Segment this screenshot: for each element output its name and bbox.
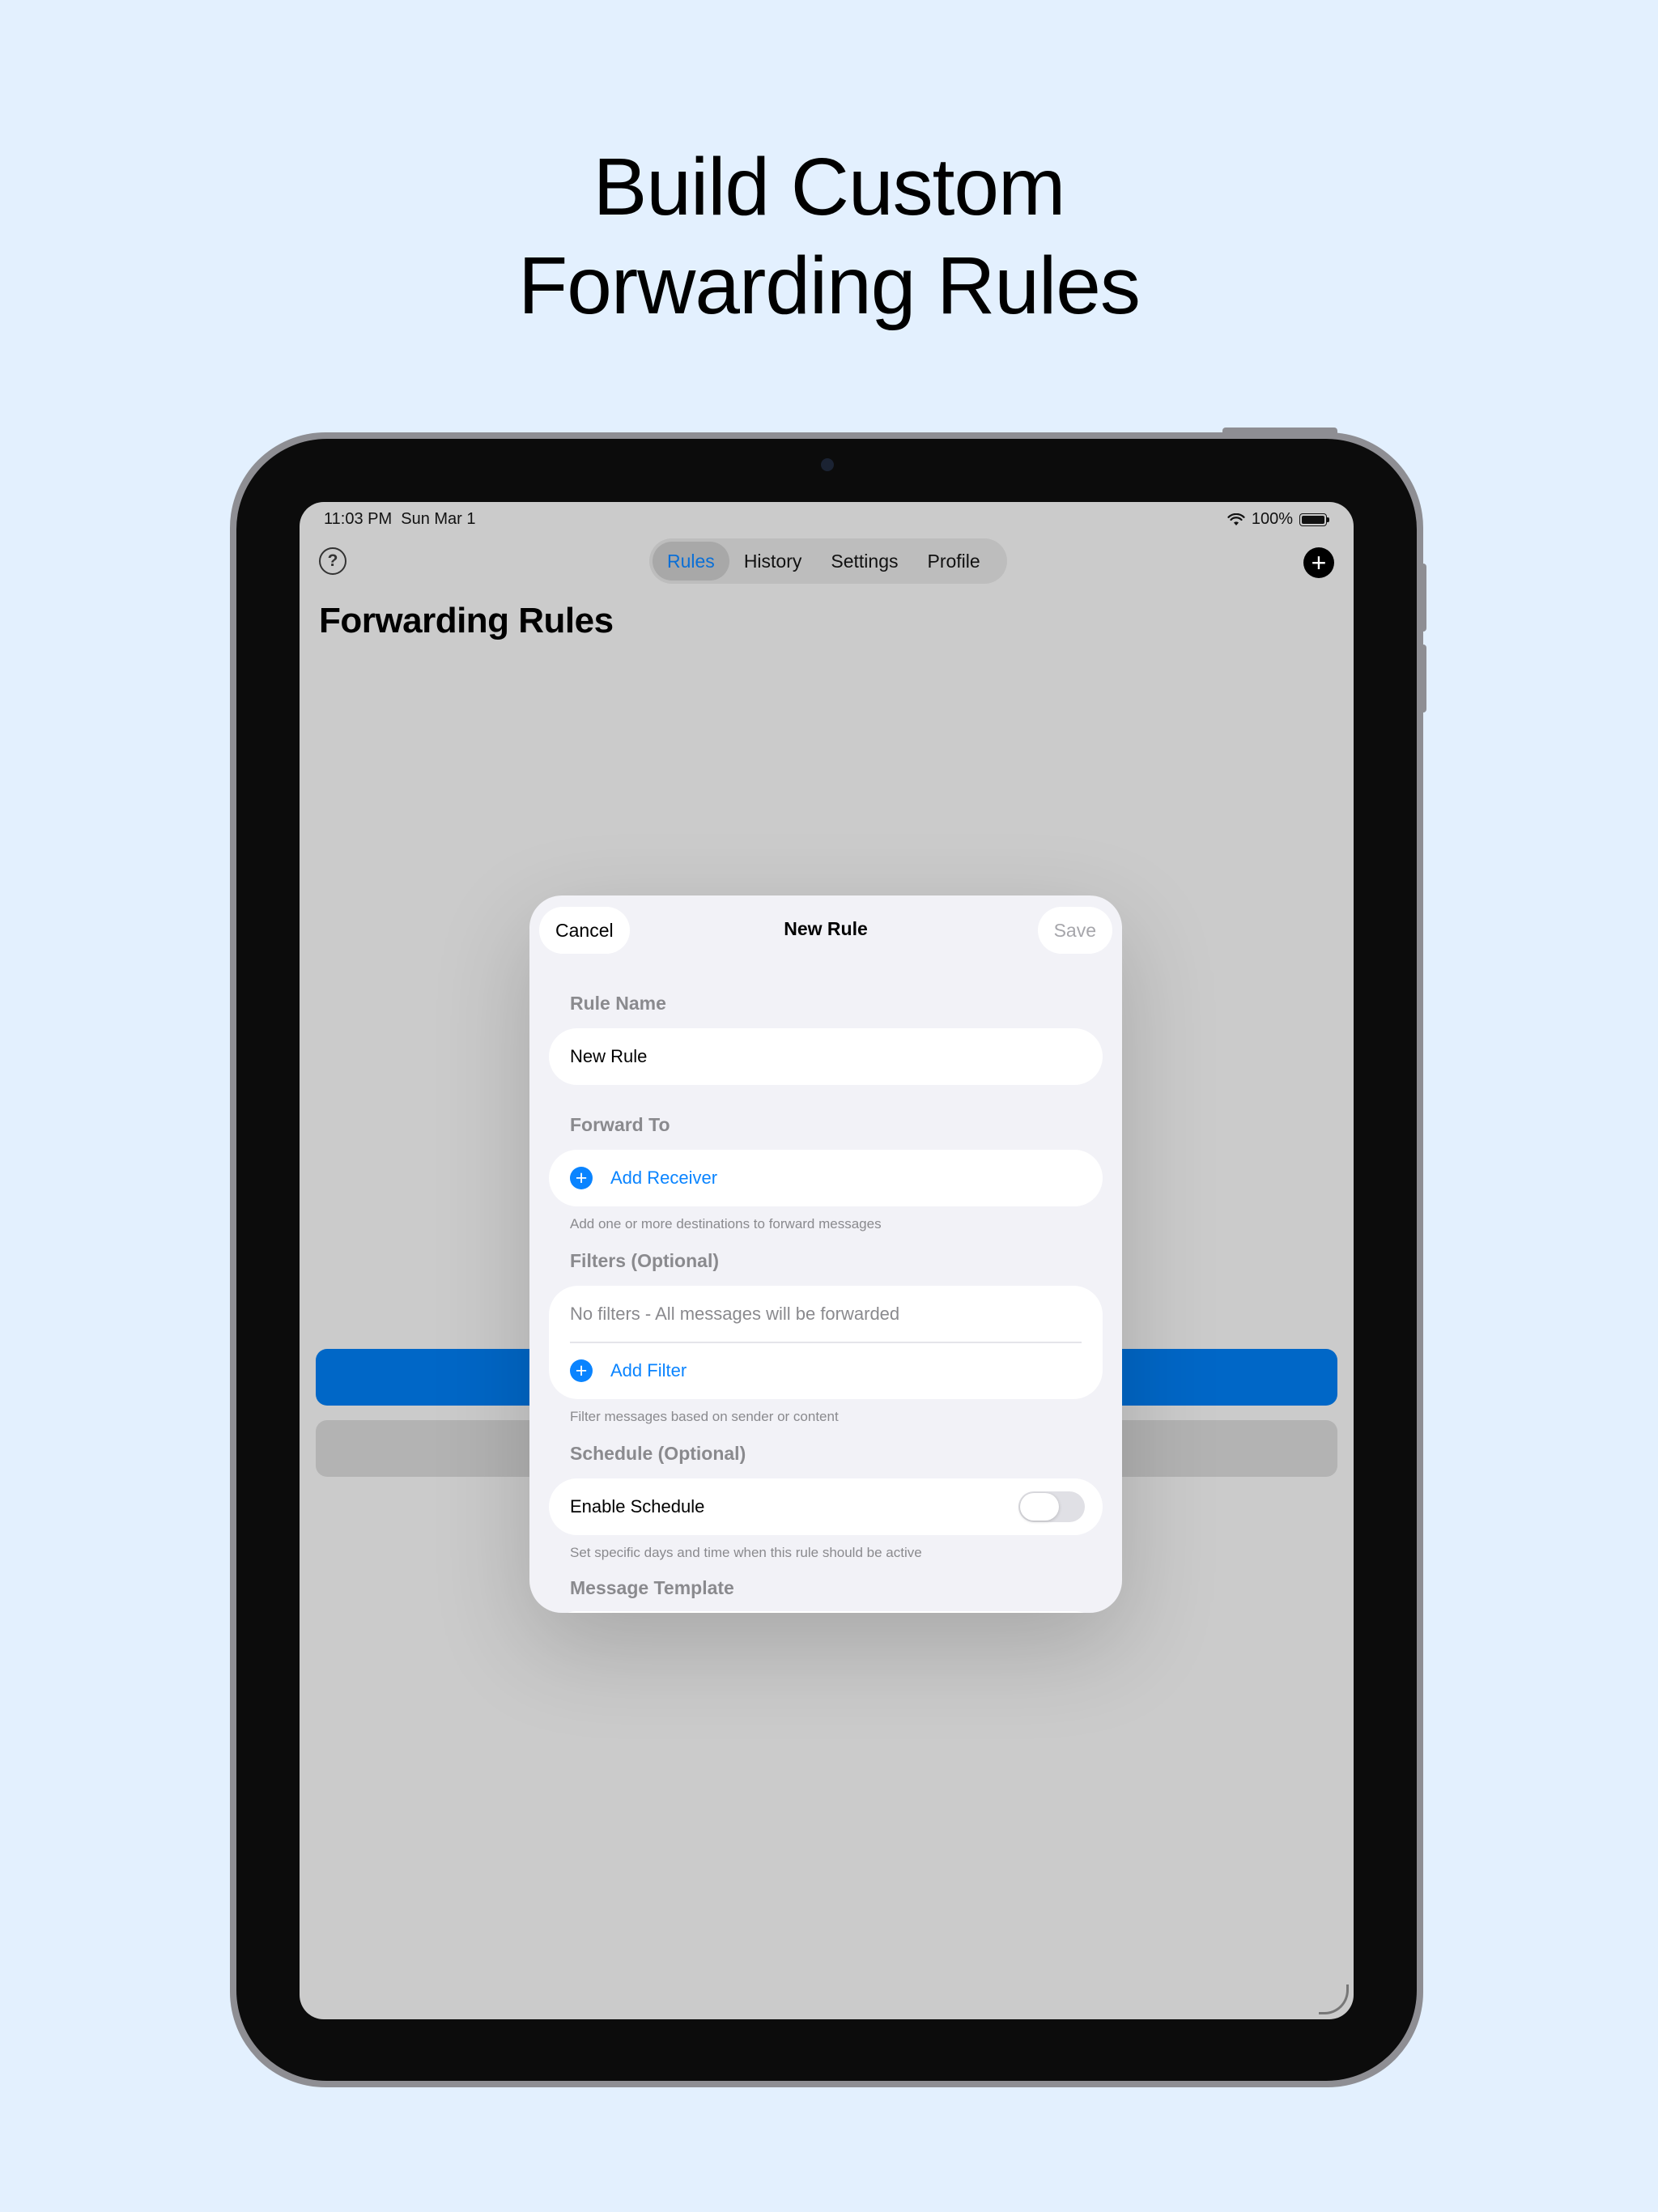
wifi-icon: [1227, 513, 1245, 525]
forward-to-footnote: Add one or more destinations to forward …: [570, 1216, 882, 1231]
tab-history[interactable]: History: [729, 542, 817, 581]
add-filter-label: Add Filter: [610, 1360, 687, 1380]
resize-corner-indicator: [1319, 1984, 1349, 2014]
headline-line-2: Forwarding Rules: [518, 240, 1141, 331]
add-filter-button[interactable]: + Add Filter: [570, 1342, 1082, 1399]
headline-line-1: Build Custom: [593, 142, 1066, 232]
page-title: Forwarding Rules: [319, 601, 614, 640]
message-template-label: Message Template: [570, 1577, 734, 1598]
battery-nub: [1327, 517, 1329, 522]
add-circle-icon: +: [570, 1359, 593, 1382]
status-clock: 11:03 PM: [324, 510, 393, 528]
filters-card: No filters - All messages will be forwar…: [549, 1286, 1103, 1399]
schedule-label: Schedule (Optional): [570, 1443, 746, 1464]
rule-name-input[interactable]: New Rule: [570, 1028, 1082, 1085]
enable-schedule-label: Enable Schedule: [570, 1496, 705, 1516]
help-icon[interactable]: ?: [319, 547, 346, 575]
tab-profile[interactable]: Profile: [912, 542, 994, 581]
schedule-card: Enable Schedule: [549, 1478, 1103, 1535]
tab-settings[interactable]: Settings: [816, 542, 912, 581]
filters-footnote: Filter messages based on sender or conte…: [570, 1409, 839, 1424]
enable-schedule-toggle[interactable]: [1018, 1491, 1085, 1522]
status-time: 11:03 PM Sun Mar 1: [324, 510, 476, 529]
schedule-footnote: Set specific days and time when this rul…: [570, 1545, 922, 1560]
add-receiver-label: Add Receiver: [610, 1168, 718, 1188]
tab-rules[interactable]: Rules: [653, 542, 729, 581]
tab-bar: Rules History Settings Profile: [649, 538, 1007, 584]
volume-down-button: [1418, 644, 1426, 713]
filters-label: Filters (Optional): [570, 1250, 719, 1271]
message-template-card[interactable]: [549, 1611, 1103, 1613]
no-filters-text: No filters - All messages will be forwar…: [570, 1304, 900, 1324]
battery-body: [1299, 513, 1327, 526]
toggle-knob: [1020, 1493, 1059, 1521]
volume-up-button: [1418, 564, 1426, 632]
save-button[interactable]: Save: [1037, 907, 1112, 954]
camera: [821, 458, 834, 471]
status-date: Sun Mar 1: [401, 510, 476, 528]
screen: 11:03 PM Sun Mar 1 100% ? Rules History …: [300, 502, 1354, 2019]
battery-icon: [1299, 513, 1329, 526]
status-right: 100%: [1227, 510, 1329, 529]
forward-to-label: Forward To: [570, 1114, 670, 1135]
rule-name-card: New Rule: [549, 1028, 1103, 1085]
forward-to-card: + Add Receiver: [549, 1150, 1103, 1206]
headline: Build Custom Forwarding Rules: [0, 138, 1658, 335]
new-rule-sheet: Cancel New Rule Save Rule Name New Rule …: [529, 895, 1122, 1613]
rule-name-label: Rule Name: [570, 993, 666, 1014]
plus-icon[interactable]: +: [1303, 547, 1334, 578]
sheet-title: New Rule: [784, 918, 868, 939]
add-circle-icon: +: [570, 1167, 593, 1189]
add-receiver-button[interactable]: + Add Receiver: [570, 1150, 1082, 1206]
battery-percent: 100%: [1251, 510, 1293, 528]
